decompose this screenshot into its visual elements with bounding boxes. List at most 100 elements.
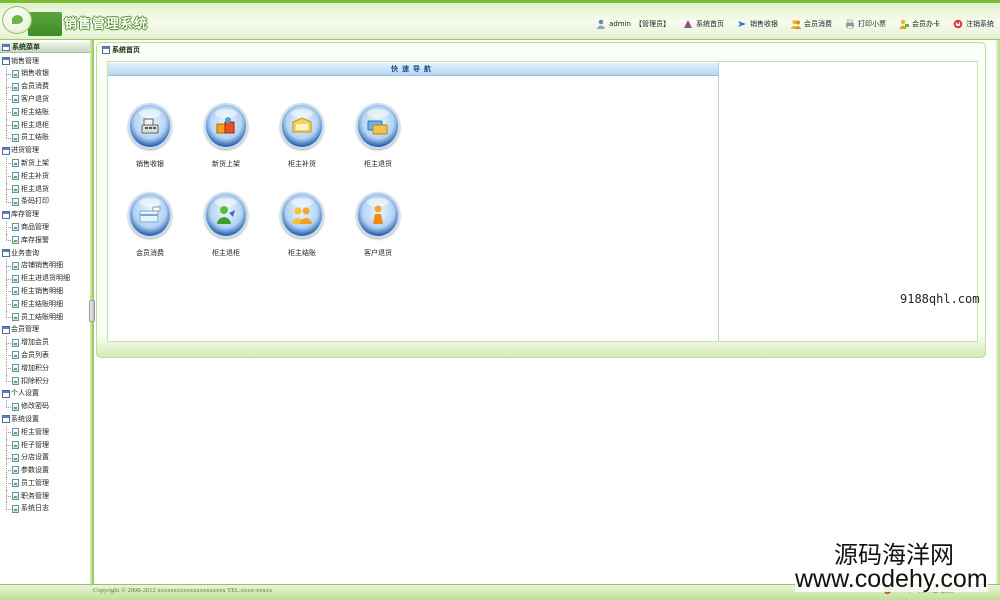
- quick-nav-item[interactable]: 柜主结账: [264, 192, 340, 281]
- sidebar-group-label[interactable]: 会员管理: [11, 323, 39, 336]
- sidebar-item-label[interactable]: 店铺销售明细: [21, 259, 63, 272]
- sidebar-item-label[interactable]: 新货上架: [21, 157, 49, 170]
- sidebar-item-label[interactable]: 客户退货: [21, 93, 49, 106]
- nav-print-label[interactable]: 打印小票: [858, 19, 886, 29]
- sidebar-item[interactable]: 店铺销售明细: [0, 259, 90, 272]
- quick-nav-item[interactable]: 客户退货: [340, 192, 416, 281]
- sidebar-group-label[interactable]: 销售管理: [11, 55, 39, 68]
- sidebar-item-label[interactable]: 销售收银: [21, 67, 49, 80]
- sidebar-item-label[interactable]: 柜主退货: [21, 183, 49, 196]
- customer-return-icon[interactable]: [356, 192, 400, 238]
- sidebar-group-label[interactable]: 个人设置: [11, 387, 39, 400]
- counter-return-icon[interactable]: [204, 192, 248, 238]
- sidebar-group-label[interactable]: 系统设置: [11, 413, 39, 426]
- sidebar-item-label[interactable]: 员工管理: [21, 477, 49, 490]
- sidebar-item[interactable]: 分店设置: [0, 451, 90, 464]
- sidebar-item-label[interactable]: 系统日志: [21, 502, 49, 515]
- sidebar-item[interactable]: 增加积分: [0, 361, 90, 375]
- quick-nav-label[interactable]: 柜主结账: [288, 248, 316, 258]
- sidebar-item[interactable]: 柜主管理: [0, 425, 90, 439]
- sidebar-group[interactable]: 进货管理: [0, 144, 90, 157]
- sidebar-item[interactable]: 销售收银: [0, 67, 90, 80]
- sidebar-item-label[interactable]: 柜子管理: [21, 439, 49, 452]
- sidebar-item-label[interactable]: 会员消费: [21, 80, 49, 93]
- sidebar-item[interactable]: 客户退货: [0, 92, 90, 106]
- sidebar-item-label[interactable]: 柜主退柜: [21, 119, 49, 132]
- quick-nav-item[interactable]: 柜主补货: [264, 103, 340, 192]
- sidebar-item-label[interactable]: 参数设置: [21, 464, 49, 477]
- nav-member-card-link[interactable]: 会员办卡: [899, 19, 940, 29]
- nav-logout-link[interactable]: 注销系统: [953, 19, 994, 29]
- cash-register-icon[interactable]: [128, 103, 172, 149]
- nav-member-spend-link[interactable]: 会员消费: [791, 19, 832, 29]
- sidebar-item[interactable]: 参数设置: [0, 464, 90, 477]
- sidebar-item[interactable]: 柜主退货: [0, 182, 90, 196]
- sidebar-item-label[interactable]: 柜主补货: [21, 170, 49, 183]
- sidebar-item[interactable]: 柜子管理: [0, 438, 90, 452]
- nav-cashier-link[interactable]: 销售收银: [737, 19, 778, 29]
- sidebar-item-label[interactable]: 库存报警: [21, 234, 49, 247]
- sidebar-item[interactable]: 柜主销售明细: [0, 284, 90, 298]
- sidebar-group-label[interactable]: 进货管理: [11, 144, 39, 157]
- sidebar-item[interactable]: 员工结账明细: [0, 310, 90, 324]
- sidebar-item[interactable]: 柜主退柜: [0, 118, 90, 132]
- sidebar-item-label[interactable]: 条码打印: [21, 195, 49, 208]
- nav-member-card-label[interactable]: 会员办卡: [912, 19, 940, 29]
- quick-nav-label[interactable]: 新货上架: [212, 159, 240, 169]
- sidebar-item[interactable]: 新货上架: [0, 156, 90, 170]
- sidebar-item-label[interactable]: 分店设置: [21, 451, 49, 464]
- sidebar-group[interactable]: 库存管理: [0, 208, 90, 221]
- quick-nav-label[interactable]: 销售收银: [136, 159, 164, 169]
- sidebar-item-label[interactable]: 会员列表: [21, 349, 49, 362]
- sidebar-item-label[interactable]: 柜主管理: [21, 426, 49, 439]
- quick-nav-label[interactable]: 会员消费: [136, 248, 164, 258]
- sidebar-item-label[interactable]: 员工结账: [21, 131, 49, 144]
- sidebar-item[interactable]: 职务管理: [0, 489, 90, 503]
- quick-nav-label[interactable]: 客户退货: [364, 248, 392, 258]
- quick-nav-item[interactable]: 柜主退柜: [188, 192, 264, 281]
- sidebar-item[interactable]: 柜主结账: [0, 105, 90, 119]
- sidebar-item[interactable]: 系统日志: [0, 502, 90, 515]
- new-goods-icon[interactable]: [204, 103, 248, 149]
- sidebar-item[interactable]: 柜主结账明细: [0, 297, 90, 311]
- sidebar-item[interactable]: 柜主进退货明细: [0, 272, 90, 285]
- quick-nav-label[interactable]: 柜主退货: [364, 159, 392, 169]
- sidebar-group[interactable]: 系统设置: [0, 413, 90, 426]
- sidebar-item[interactable]: 增加会员: [0, 336, 90, 349]
- sidebar-group[interactable]: 业务查询: [0, 247, 90, 260]
- nav-print-link[interactable]: 打印小票: [845, 19, 886, 29]
- sidebar-group-label[interactable]: 业务查询: [11, 247, 39, 260]
- sidebar-item[interactable]: 员工管理: [0, 476, 90, 490]
- sidebar-item-label[interactable]: 柜主销售明细: [21, 285, 63, 298]
- quick-nav-item[interactable]: 会员消费: [112, 192, 188, 281]
- sidebar-item-label[interactable]: 增加会员: [21, 336, 49, 349]
- nav-home-label[interactable]: 系统首页: [696, 19, 724, 29]
- return-goods-icon[interactable]: [356, 103, 400, 149]
- nav-logout-label[interactable]: 注销系统: [966, 19, 994, 29]
- nav-cashier-label[interactable]: 销售收银: [750, 19, 778, 29]
- sidebar-group[interactable]: 个人设置: [0, 387, 90, 400]
- quick-nav-item[interactable]: 柜主退货: [340, 103, 416, 192]
- sidebar-item[interactable]: 库存报警: [0, 233, 90, 247]
- sidebar-item[interactable]: 员工结账: [0, 131, 90, 144]
- sidebar-group-label[interactable]: 库存管理: [11, 208, 39, 221]
- sidebar-item[interactable]: 柜主补货: [0, 169, 90, 183]
- member-spend-card-icon[interactable]: [128, 192, 172, 238]
- sidebar-item-label[interactable]: 柜主结账明细: [21, 298, 63, 311]
- sidebar-item-label[interactable]: 柜主进退货明细: [21, 272, 70, 285]
- quick-nav-label[interactable]: 柜主补货: [288, 159, 316, 169]
- sidebar-group[interactable]: 会员管理: [0, 323, 90, 336]
- sidebar-item[interactable]: 会员列表: [0, 348, 90, 362]
- sidebar-item[interactable]: 扣除积分: [0, 374, 90, 388]
- sidebar-item[interactable]: 修改密码: [0, 400, 90, 413]
- sidebar-group[interactable]: 销售管理: [0, 55, 90, 68]
- sidebar-item-label[interactable]: 柜主结账: [21, 106, 49, 119]
- restock-icon[interactable]: [280, 103, 324, 149]
- sidebar-item[interactable]: 商品管理: [0, 220, 90, 234]
- quick-nav-item[interactable]: 新货上架: [188, 103, 264, 192]
- sidebar-item-label[interactable]: 职务管理: [21, 490, 49, 503]
- sidebar-item-label[interactable]: 修改密码: [21, 400, 49, 413]
- counter-settle-icon[interactable]: [280, 192, 324, 238]
- sidebar-collapse-handle[interactable]: [89, 300, 95, 322]
- nav-home-link[interactable]: 系统首页: [683, 19, 724, 29]
